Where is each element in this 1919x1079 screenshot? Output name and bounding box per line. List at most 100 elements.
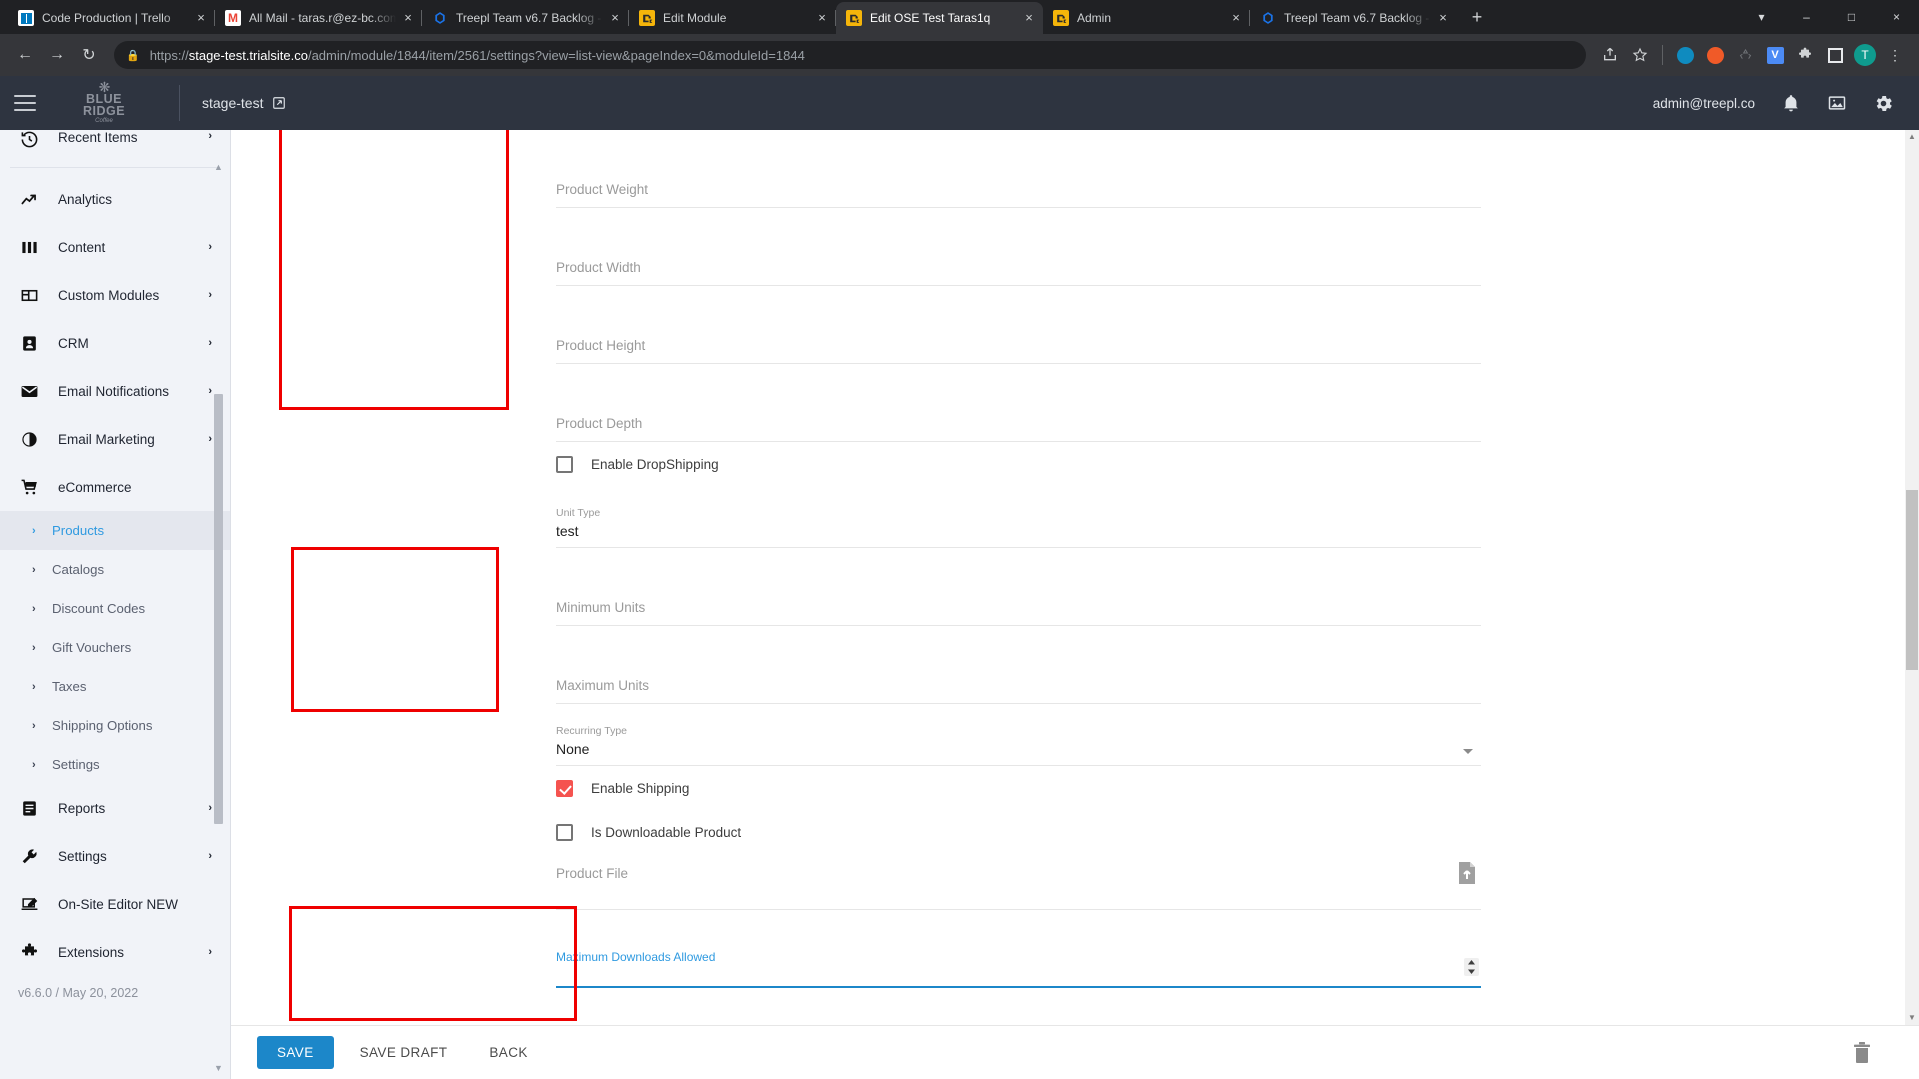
sidebar-item-content[interactable]: Content › [0, 223, 230, 271]
sidebar-icon[interactable] [1821, 41, 1849, 69]
checkbox-enable-dropshipping[interactable]: Enable DropShipping [556, 442, 1481, 486]
main-scrollbar-thumb[interactable] [1906, 490, 1918, 670]
checkbox-icon[interactable] [556, 824, 573, 841]
media-image-icon[interactable] [1827, 93, 1847, 113]
address-bar[interactable]: 🔒 https://stage-test.trialsite.co/admin/… [114, 41, 1586, 69]
chevron-right-icon: › [208, 802, 212, 814]
file-upload-icon[interactable] [1457, 862, 1477, 884]
edge-icon[interactable] [1671, 41, 1699, 69]
save-button[interactable]: SAVE [257, 1036, 334, 1069]
external-link-icon[interactable] [272, 96, 286, 110]
browser-tab[interactable]: M All Mail - taras.r@ez-bc.com - E × [215, 2, 422, 34]
field-product-height[interactable]: Product Height [556, 286, 1481, 364]
checkbox-is-downloadable-product[interactable]: Is Downloadable Product [556, 810, 1481, 854]
sidebar-item-settings[interactable]: Settings › [0, 832, 230, 880]
sidebar-item-taxes[interactable]: › Taxes [0, 667, 230, 706]
browser-tab[interactable]: Treepl Team v6.7 Backlog - Boar × [422, 2, 629, 34]
profile-avatar[interactable]: T [1851, 41, 1879, 69]
field-minimum-units[interactable]: Minimum Units [556, 548, 1481, 626]
tab-close-icon[interactable]: × [814, 10, 830, 26]
puzzle-extension-icon[interactable] [1791, 41, 1819, 69]
settings-gear-icon[interactable] [1873, 93, 1893, 113]
field-product-weight[interactable]: Product Weight [556, 130, 1481, 208]
tab-close-icon[interactable]: × [193, 10, 209, 26]
sidebar-item-extensions[interactable]: Extensions › [0, 928, 230, 976]
odysee-icon[interactable] [1701, 41, 1729, 69]
sidebar-scrollbar[interactable] [214, 174, 223, 1061]
field-maximum-downloads-allowed[interactable]: Maximum Downloads Allowed [556, 910, 1481, 988]
sidebar-item-shipping-options[interactable]: › Shipping Options [0, 706, 230, 745]
main-scroll-down-icon[interactable]: ▼ [1905, 1011, 1919, 1025]
save-draft-button[interactable]: SAVE DRAFT [344, 1036, 464, 1069]
checkbox-icon[interactable] [556, 780, 573, 797]
checkbox-enable-shipping[interactable]: Enable Shipping [556, 766, 1481, 810]
tab-close-icon[interactable]: × [1435, 10, 1451, 26]
tab-close-icon[interactable]: × [1021, 10, 1037, 26]
window-minimize-button[interactable]: – [1784, 0, 1829, 34]
field-recurring-type[interactable]: Recurring Type None [556, 704, 1481, 766]
browser-tab[interactable]: Edit Module × [629, 2, 836, 34]
site-name-label: stage-test [202, 95, 263, 111]
custom-modules-icon [20, 286, 44, 305]
main-scrollbar[interactable]: ▲ ▼ [1905, 130, 1919, 1025]
new-tab-button[interactable]: + [1463, 3, 1491, 31]
window-maximize-button[interactable]: □ [1829, 0, 1874, 34]
sidebar-item-email-marketing[interactable]: Email Marketing › [0, 415, 230, 463]
sidebar-subitem-label: Taxes [52, 679, 86, 694]
trash-icon[interactable] [1853, 1042, 1871, 1063]
sidebar-item-email-notifications[interactable]: Email Notifications › [0, 367, 230, 415]
sidebar-item-label: Settings [58, 849, 208, 864]
sidebar-item-catalogs[interactable]: › Catalogs [0, 550, 230, 589]
sidebar-item-discount-codes[interactable]: › Discount Codes [0, 589, 230, 628]
sidebar-item-ecommerce[interactable]: eCommerce ⱟ [0, 463, 230, 511]
back-button[interactable]: BACK [473, 1036, 543, 1069]
kebab-menu-icon[interactable]: ⋮ [1881, 41, 1909, 69]
browser-tab-active[interactable]: Edit OSE Test Taras1q × [836, 2, 1043, 34]
browser-tab[interactable]: Admin × [1043, 2, 1250, 34]
field-product-depth[interactable]: Product Depth [556, 364, 1481, 442]
sidebar-scroll-up-icon[interactable]: ▲ [214, 162, 223, 172]
sidebar-item-reports[interactable]: Reports › [0, 784, 230, 832]
sidebar-item-gift-vouchers[interactable]: › Gift Vouchers [0, 628, 230, 667]
share-icon[interactable] [1596, 41, 1624, 69]
window-close-button[interactable]: × [1874, 0, 1919, 34]
sidebar-scroll-down-icon[interactable]: ▼ [214, 1063, 223, 1073]
sidebar-subitem-label: Discount Codes [52, 601, 145, 616]
sidebar-scrollbar-thumb[interactable] [214, 394, 223, 824]
forward-icon[interactable]: → [42, 40, 72, 70]
treepl-icon [1260, 10, 1276, 26]
tab-close-icon[interactable]: × [400, 10, 416, 26]
number-stepper-icon[interactable] [1464, 958, 1479, 976]
sidebar-item-products[interactable]: › Products [0, 511, 230, 550]
v-extension-icon[interactable]: V [1761, 41, 1789, 69]
sidebar-item-ecommerce-settings[interactable]: › Settings [0, 745, 230, 784]
site-name[interactable]: stage-test [202, 95, 286, 111]
tab-close-icon[interactable]: × [1228, 10, 1244, 26]
field-unit-type[interactable]: Unit Type test [556, 486, 1481, 548]
sidebar-subitem-label: Products [52, 523, 104, 538]
main-scroll-up-icon[interactable]: ▲ [1905, 130, 1919, 144]
hamburger-icon[interactable] [14, 95, 36, 111]
chevron-right-icon: › [32, 603, 52, 615]
back-icon[interactable]: ← [10, 40, 40, 70]
recycle-icon[interactable] [1731, 41, 1759, 69]
tab-close-icon[interactable]: × [607, 10, 623, 26]
chevron-down-icon[interactable] [1463, 749, 1473, 754]
sidebar-item-label: Email Notifications [58, 384, 208, 399]
field-product-file[interactable]: Product File [556, 854, 1481, 910]
reload-icon[interactable]: ↻ [74, 40, 104, 70]
sidebar-item-recent-items[interactable]: Recent Items › [0, 130, 230, 160]
field-maximum-units[interactable]: Maximum Units [556, 626, 1481, 704]
sidebar-item-analytics[interactable]: Analytics [0, 175, 230, 223]
bookmark-star-icon[interactable] [1626, 41, 1654, 69]
browser-tab[interactable]: Treepl Team v6.7 Backlog - Boar × [1250, 2, 1457, 34]
field-product-width[interactable]: Product Width [556, 208, 1481, 286]
browser-tab[interactable]: Code Production | Trello × [8, 2, 215, 34]
sidebar-item-on-site-editor[interactable]: On-Site Editor NEW [0, 880, 230, 928]
account-email[interactable]: admin@treepl.co [1653, 96, 1755, 111]
checkbox-icon[interactable] [556, 456, 573, 473]
notifications-bell-icon[interactable] [1781, 93, 1801, 113]
sidebar-item-custom-modules[interactable]: Custom Modules › [0, 271, 230, 319]
window-collapse-icon[interactable]: ▾ [1739, 0, 1784, 34]
sidebar-item-crm[interactable]: CRM › [0, 319, 230, 367]
